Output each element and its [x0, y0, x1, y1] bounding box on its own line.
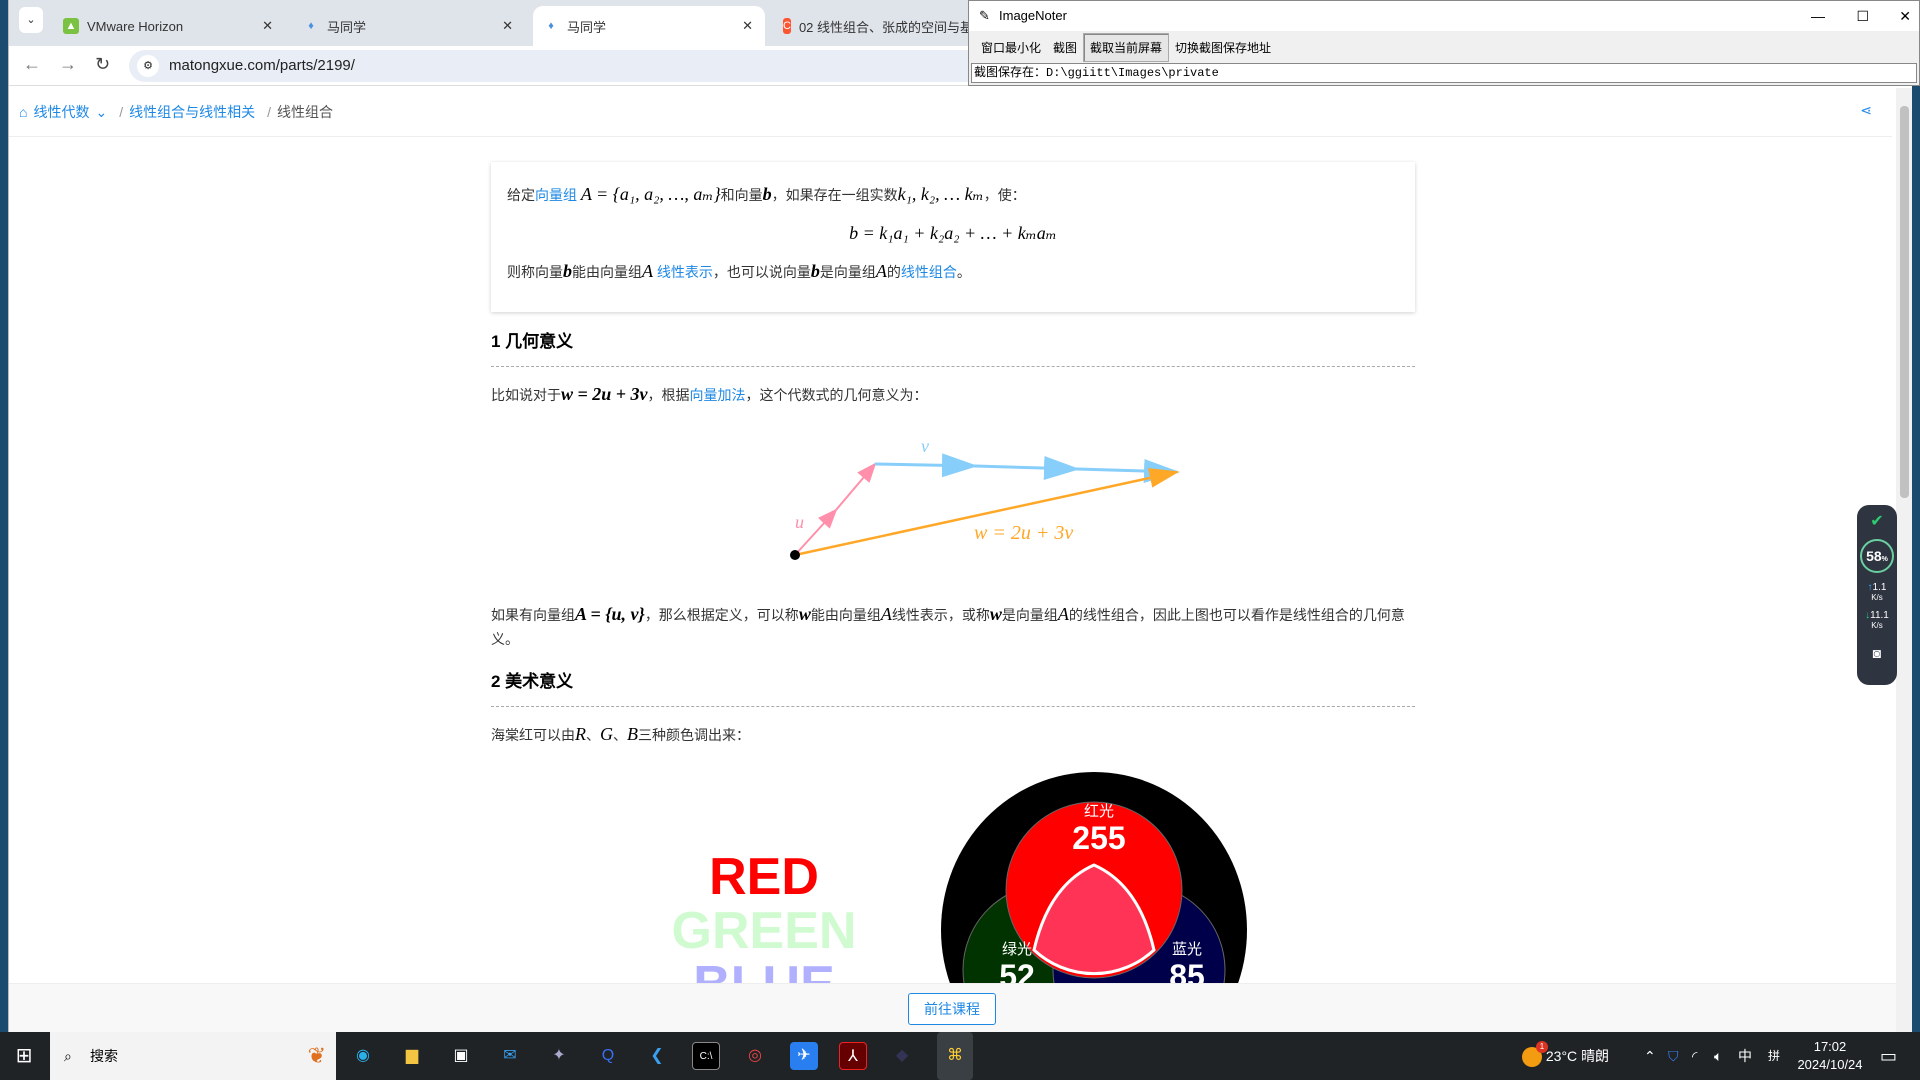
math: B	[627, 724, 638, 744]
weather-condition: 晴朗	[1581, 1048, 1610, 1064]
terminal-icon[interactable]: C:\	[692, 1042, 720, 1070]
download-value: 11.1	[1870, 610, 1889, 621]
text: 能由向量组	[810, 607, 881, 623]
chrome-icon[interactable]: ◎	[741, 1042, 769, 1070]
math: R	[575, 724, 586, 744]
vector-v-segment-3	[1076, 459, 1180, 484]
math: A = {u, v}	[575, 604, 645, 624]
time: 17:02	[1813, 1039, 1847, 1054]
date: 2024/10/24	[1797, 1057, 1863, 1072]
save-path-field[interactable]: 截图保存在：D:\ggiitt\Images\private	[971, 63, 1917, 83]
download-speed: ↓11.1 K/s	[1857, 611, 1897, 631]
text: 、	[586, 727, 600, 743]
file-explorer-icon[interactable]: ▆	[398, 1042, 426, 1070]
capture-screen-button[interactable]: 截取当前屏幕	[1083, 32, 1170, 62]
percent-sign: %	[1881, 556, 1888, 563]
math: A	[880, 604, 892, 624]
imagenoter-toolbar: 窗口最小化 截图 截取当前屏幕 切换截图保存地址	[969, 31, 1919, 63]
search-app-icon[interactable]: Q	[594, 1042, 622, 1070]
show-hidden-icons-icon[interactable]: ⌃	[1644, 1032, 1656, 1080]
edge-icon[interactable]: ◉	[349, 1042, 377, 1070]
search-placeholder: 搜索	[90, 1048, 118, 1064]
text: ，那么根据定义，可以称	[644, 607, 799, 623]
mail-icon[interactable]: ✉	[496, 1042, 524, 1070]
screenshot-button[interactable]: 截图	[1047, 34, 1083, 61]
imagenoter-window: ✎ ImageNoter — ☐ ✕ 窗口最小化 截图 截取当前屏幕 切换截图保…	[968, 0, 1920, 86]
memory-percent: 58	[1866, 548, 1882, 564]
search-icon: ⌕	[64, 1048, 72, 1064]
label-v: v	[921, 436, 929, 456]
vector-v-segment-2	[974, 456, 1080, 481]
minimize-window-button[interactable]: 窗口最小化	[975, 34, 1047, 61]
notification-center-icon[interactable]: ▭	[1880, 1032, 1897, 1080]
maximize-icon[interactable]: ☐	[1856, 1, 1869, 31]
label-u: u	[795, 512, 804, 532]
clock[interactable]: 17:02 2024/10/24	[1795, 1032, 1865, 1080]
shield-check-icon: ✔	[1870, 513, 1884, 530]
math: w	[989, 604, 1002, 624]
math: A	[1057, 604, 1069, 624]
paragraph-rgb: 海棠红可以由R、G、B三种颜色调出来：	[491, 722, 1415, 747]
feishu-icon[interactable]: ✈	[790, 1042, 818, 1070]
origin-point	[790, 550, 800, 560]
camera-icon[interactable]: ◙	[1857, 645, 1897, 661]
wifi-icon[interactable]: ◜	[1692, 1032, 1697, 1080]
vector-u-segment-2	[835, 462, 877, 511]
math: w	[798, 604, 811, 624]
math: G	[600, 724, 613, 744]
text: 如果有向量组	[491, 607, 575, 623]
unit: K/s	[1871, 621, 1883, 630]
weather-sun-icon: 1	[1522, 1041, 1548, 1068]
imagenoter-titlebar: ✎ ImageNoter — ☐ ✕	[969, 1, 1919, 31]
upload-speed: ↑1.1 K/s	[1857, 583, 1897, 603]
browser-window: ⌄ ▲ VMware Horizon ✕ ♦ 马同学 ✕ ♦ 马同学 ✕ C 02 线…	[8, 0, 1912, 1032]
taskbar: ⊞ ⌕ 搜索 ❦ ◉ ▆ ▣ ✉ ✦ Q ❮ C:\ ◎ ✈ ⅄ ◆ ⌘ 1 23°…	[0, 1032, 1920, 1080]
feather-icon: ✎	[979, 8, 990, 23]
volume-icon[interactable]: 🔈︎	[1714, 1032, 1722, 1080]
text: 、	[613, 727, 627, 743]
page-scrollbar[interactable]	[1896, 88, 1912, 1032]
paragraph-explanation: 如果有向量组A = {u, v}，那么根据定义，可以称w能由向量组A线性表示，或…	[491, 602, 1415, 651]
text: 是向量组	[1001, 607, 1058, 623]
text: 线性表示，或称	[891, 607, 990, 623]
system-monitor-widget[interactable]: ✔ 58% ↑1.1 K/s ↓11.1 K/s ◙	[1857, 505, 1897, 685]
bottom-bar: 前往课程	[9, 983, 1896, 1032]
weather-widget[interactable]: 1 23°C 晴朗	[1522, 1032, 1609, 1080]
memory-gauge: 58%	[1860, 539, 1894, 573]
minimize-icon[interactable]: —	[1811, 1, 1825, 31]
ime-pinyin[interactable]: 拼	[1768, 1032, 1780, 1080]
ime-mode[interactable]: 中	[1738, 1032, 1752, 1080]
cat-app-icon[interactable]: ◆	[888, 1042, 916, 1070]
app-icon[interactable]: ✦	[545, 1042, 573, 1070]
window-title: ImageNoter	[999, 8, 1067, 23]
scrollbar-thumb[interactable]	[1900, 106, 1909, 498]
text: 海棠红可以由	[491, 727, 575, 743]
go-to-course-button[interactable]: 前往课程	[908, 993, 996, 1025]
acrobat-icon[interactable]: ⅄	[839, 1042, 867, 1070]
upload-value: 1.1	[1872, 582, 1887, 593]
taskbar-search[interactable]: ⌕ 搜索 ❦	[50, 1032, 336, 1080]
vscode-icon[interactable]: ❮	[643, 1042, 671, 1070]
dashed-divider	[491, 706, 1415, 707]
close-icon[interactable]: ✕	[1899, 1, 1911, 31]
autumn-leaves-icon: ❦	[307, 1043, 326, 1068]
store-icon[interactable]: ▣	[447, 1042, 475, 1070]
python-icon[interactable]: ⌘	[937, 1032, 973, 1080]
change-save-path-button[interactable]: 切换截图保存地址	[1169, 34, 1277, 61]
label-w: w = 2u + 3v	[974, 522, 1074, 544]
vector-v-segment-1	[874, 453, 978, 478]
security-shield-icon[interactable]: ⛉	[1668, 1032, 1679, 1080]
section-heading-art: 2 美术意义	[491, 672, 574, 691]
vector-diagram	[790, 453, 1180, 560]
unit: K/s	[1871, 593, 1883, 602]
windows-start-icon[interactable]: ⊞	[10, 1042, 38, 1070]
temperature: 23°C	[1545, 1048, 1578, 1064]
text: 三种颜色调出来：	[638, 727, 750, 743]
